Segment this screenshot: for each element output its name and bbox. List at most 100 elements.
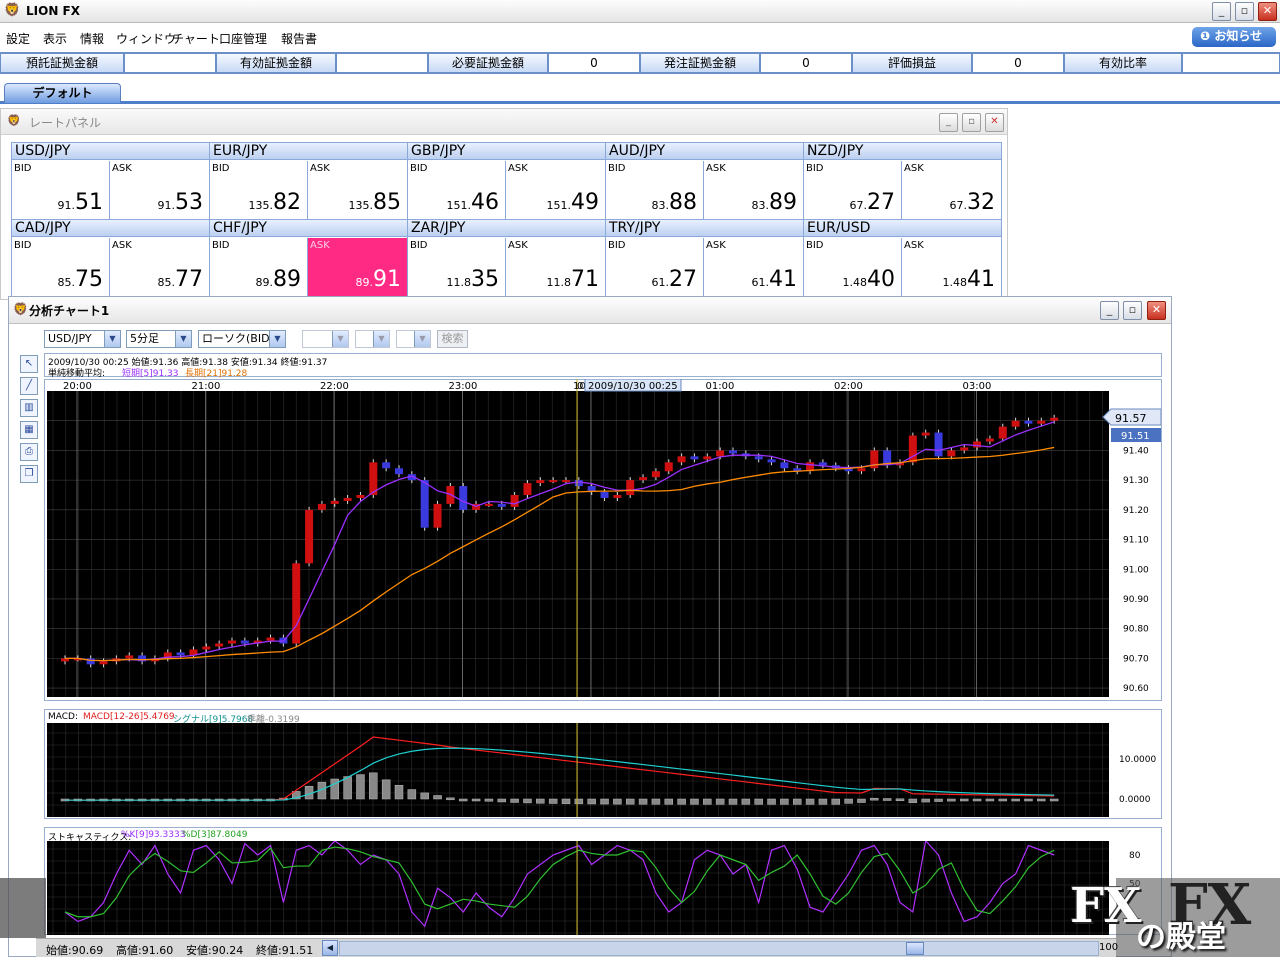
ask-quote[interactable]: ASK 83.89 <box>704 161 803 219</box>
close-button[interactable]: ✕ <box>1147 301 1166 320</box>
rate-cell: AUD/JPY BID 83.88 ASK 83.89 <box>605 142 804 220</box>
menu-info[interactable]: 情報 <box>80 30 104 47</box>
menu-settings[interactable]: 設定 <box>6 30 30 47</box>
macd-histogram-bar <box>844 798 853 804</box>
scroll-thumb[interactable] <box>906 942 924 955</box>
ask-quote[interactable]: ASK 135.85 <box>308 161 407 219</box>
candle <box>382 462 391 469</box>
search-button[interactable]: 検索 <box>437 330 468 348</box>
candle <box>317 503 326 510</box>
analysis-chart-window: 🦁 分析チャート1 _ ▫ ✕ USD/JPY ▼ 5分足 ▼ ローソク(BID) ▼… <box>8 296 1172 957</box>
ask-label: ASK <box>706 163 726 174</box>
macd-histogram-bar <box>548 798 558 804</box>
rate-cell: EUR/JPY BID 135.82 ASK 135.85 <box>209 142 408 220</box>
bid-quote[interactable]: BID 67.27 <box>804 161 902 219</box>
menu-chart[interactable]: チャート <box>172 30 220 47</box>
pair-name: CHF/JPY <box>210 220 407 237</box>
macd-histogram-bar <box>638 798 648 805</box>
ask-quote[interactable]: ASK 61.41 <box>704 238 803 296</box>
candle <box>176 652 185 656</box>
notice-button[interactable]: ❶ お知らせ <box>1192 27 1276 47</box>
menu-report[interactable]: 報告書 <box>281 30 317 47</box>
bid-quote[interactable]: BID 85.75 <box>12 238 110 296</box>
copy-icon[interactable]: ❐ <box>20 465 38 483</box>
cursor-tool-icon[interactable]: ↖ <box>20 355 38 373</box>
candle <box>420 480 429 528</box>
ask-quote[interactable]: ASK 151.49 <box>506 161 605 219</box>
ask-quote[interactable]: ASK 91.53 <box>110 161 209 219</box>
indicator-icon[interactable]: ▥ <box>20 399 38 417</box>
bid-quote[interactable]: BID 151.46 <box>408 161 506 219</box>
candle <box>716 450 725 457</box>
symbol-select[interactable]: USD/JPY ▼ <box>44 330 121 348</box>
menu-window[interactable]: ウィンドウ <box>116 30 176 47</box>
price-chart[interactable]: 90.60 90.70 90.80 90.90 91.00 91.10 91.20 91.30… <box>45 379 1161 700</box>
ask-price-big: 89 <box>769 190 797 215</box>
ask-quote[interactable]: ASK 85.77 <box>110 238 209 296</box>
menu-view[interactable]: 表示 <box>43 30 67 47</box>
tab-default[interactable]: デフォルト <box>4 83 121 103</box>
bid-quote[interactable]: BID 89.89 <box>210 238 308 296</box>
ask-price-big: 41 <box>967 267 995 292</box>
macd-histogram-bar <box>728 798 738 805</box>
menu-account[interactable]: 口座管理 <box>219 30 267 47</box>
bid-quote[interactable]: BID 61.27 <box>606 238 704 296</box>
ask-quote[interactable]: ASK 1.4841 <box>902 238 1001 296</box>
maximize-button[interactable]: ▫ <box>962 113 981 132</box>
ask-quote[interactable]: ASK 11.871 <box>506 238 605 296</box>
ask-quote[interactable]: ASK 89.91 <box>308 238 407 296</box>
bid-quote[interactable]: BID 83.88 <box>606 161 704 219</box>
bid-label: BID <box>608 163 626 174</box>
minimize-button[interactable]: _ <box>1212 2 1231 21</box>
macd-histogram-bar <box>805 798 815 805</box>
bid-quote[interactable]: BID 91.51 <box>12 161 110 219</box>
macd-histogram-bar <box>1037 798 1046 802</box>
bid-price-small: 11.8 <box>446 276 472 289</box>
candle <box>651 471 660 478</box>
settings-grid-icon[interactable]: ▦ <box>20 421 38 439</box>
bid-quote[interactable]: BID 11.835 <box>408 238 506 296</box>
ask-quote[interactable]: ASK 67.32 <box>902 161 1001 219</box>
overlay-strip <box>0 878 46 938</box>
chevron-down-icon: ▼ <box>332 331 348 347</box>
chart-title-bar: 🦁 分析チャート1 _ ▫ ✕ <box>9 297 1171 324</box>
macd-histogram-bar <box>972 798 982 802</box>
minimize-button[interactable]: _ <box>1100 301 1119 320</box>
chart-type-select[interactable]: ローソク(BID) ▼ <box>198 330 286 348</box>
info-icon: ❶ <box>1200 29 1215 43</box>
scroll-left-button[interactable]: ◀ <box>322 940 338 956</box>
candle <box>921 432 930 436</box>
account-value: 0 <box>972 53 1064 73</box>
macd-histogram-bar <box>1024 798 1033 802</box>
ask-price-big: 71 <box>571 267 599 292</box>
rate-panel-title: レートパネル <box>29 116 102 130</box>
stochastic-chart[interactable]: 5080 <box>45 841 1161 935</box>
bid-price-big: 40 <box>867 267 895 292</box>
bid-label: BID <box>212 163 230 174</box>
pair-name: AUD/JPY <box>606 143 803 160</box>
maximize-button[interactable]: ▫ <box>1123 301 1142 320</box>
bid-quote[interactable]: BID 135.82 <box>210 161 308 219</box>
close-button[interactable]: ✕ <box>1258 2 1277 21</box>
timeframe-select[interactable]: 5分足 ▼ <box>126 330 192 348</box>
year-select[interactable]: ▼ <box>302 330 349 348</box>
print-icon[interactable]: ⎙ <box>20 443 38 461</box>
close-button[interactable]: ✕ <box>985 113 1004 132</box>
month-select[interactable]: ▼ <box>355 330 390 348</box>
x-tick-label: 01:00 <box>706 381 735 392</box>
maximize-button[interactable]: ▫ <box>1235 2 1254 21</box>
y-tick-label: 90.70 <box>1123 654 1149 664</box>
rate-panel-title-bar: 🦁 レートパネル _ ▫ ✕ <box>1 109 1007 135</box>
account-summary-bar: 預託証拠金額 有効証拠金額 必要証拠金額 0 発注証拠金額 0 評価損益 0 有… <box>0 52 1280 74</box>
horizontal-scrollbar[interactable] <box>339 941 1099 956</box>
rate-cell: ZAR/JPY BID 11.835 ASK 11.871 <box>407 219 606 297</box>
draw-line-icon[interactable]: ╱ <box>20 377 38 395</box>
minimize-button[interactable]: _ <box>939 113 958 132</box>
bid-quote[interactable]: BID 1.4840 <box>804 238 902 296</box>
y-tick-label: 91.20 <box>1123 506 1149 516</box>
day-select[interactable]: ▼ <box>396 330 431 348</box>
macd-histogram-bar <box>651 798 661 805</box>
chevron-down-icon: ▼ <box>269 331 285 347</box>
macd-chart[interactable]: 10.0000 0.0000 <box>45 723 1161 818</box>
macd-main-readout: MACD[12-26]5.4769 <box>83 712 175 722</box>
